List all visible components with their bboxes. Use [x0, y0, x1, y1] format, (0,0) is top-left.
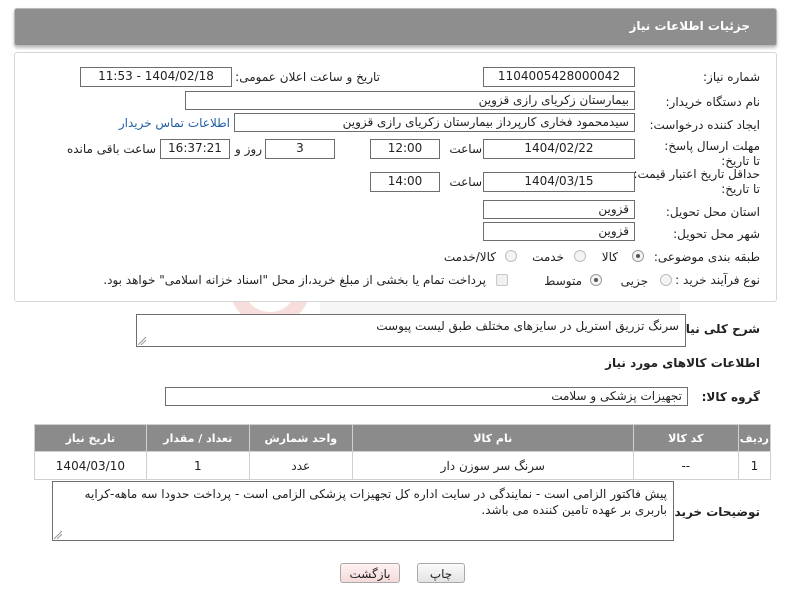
city-field: قزوین: [483, 222, 635, 241]
category-radio-goods[interactable]: [632, 250, 644, 262]
column-header-quantity: تعداد / مقدار: [145, 424, 250, 452]
buyer-org-field: بیمارستان زکریای رازی قزوین: [185, 91, 635, 110]
category-radio-goods-service[interactable]: [505, 250, 517, 262]
description-field[interactable]: سرنگ تزریق استریل در سایزهای مختلف طبق ل…: [136, 314, 686, 347]
reply-date-field: 1404/02/22: [483, 139, 635, 159]
process-option-medium: متوسط: [544, 274, 582, 288]
need-number-field: 1104005428000042: [483, 67, 635, 87]
cell-item-name: سرنگ سر سوزن دار: [351, 451, 634, 480]
column-header-item-code: کد کالا: [632, 424, 739, 452]
treasury-checkbox[interactable]: [496, 274, 508, 286]
announce-datetime-label: تاریخ و ساعت اعلان عمومی:: [235, 70, 380, 84]
process-radio-minor[interactable]: [660, 274, 672, 286]
category-option-goods: کالا: [601, 250, 618, 264]
print-button[interactable]: چاپ: [417, 563, 465, 583]
category-radio-service[interactable]: [574, 250, 586, 262]
announce-datetime-field: 1404/02/18 - 11:53: [80, 67, 232, 87]
reply-time-label: ساعت: [449, 142, 482, 156]
validity-date-field: 1404/03/15: [483, 172, 635, 192]
cell-row-number: 1: [737, 451, 772, 480]
province-field: قزوین: [483, 200, 635, 219]
category-label: طبقه بندی موضوعی:: [653, 250, 760, 264]
goods-group-field: تجهیزات پزشکی و سلامت: [165, 387, 688, 406]
cell-unit: عدد: [248, 451, 353, 480]
resize-grip-icon[interactable]: [138, 337, 146, 345]
table-header-row: ردیف کد کالا نام کالا واحد شمارش تعداد /…: [34, 424, 772, 452]
goods-group-label: گروه کالا:: [701, 390, 760, 404]
buyer-org-label: نام دستگاه خریدار:: [665, 95, 761, 109]
remaining-time-field: 16:37:21: [160, 139, 230, 159]
days-label: روز و: [235, 142, 262, 156]
cell-item-code: --: [632, 451, 739, 480]
category-option-service: خدمت: [532, 250, 564, 264]
reply-time-field: 12:00: [370, 139, 440, 159]
table-row: 1 -- سرنگ سر سوزن دار عدد 1 1404/03/10: [34, 451, 772, 480]
validity-time-label: ساعت: [449, 175, 482, 189]
reply-deadline-label: مهلت ارسال پاسخ: تا تاریخ:: [664, 139, 760, 168]
need-details-page: جزئیات اطلاعات نیاز شماره نیاز: 11040054…: [0, 0, 788, 598]
category-option-goods-service: کالا/خدمت: [443, 250, 496, 264]
cell-quantity: 1: [145, 451, 250, 480]
process-radio-medium[interactable]: [590, 274, 602, 286]
treasury-payment-note: پرداخت تمام یا بخشی از مبلغ خرید،از محل …: [103, 273, 486, 287]
process-type-label: نوع فرآیند خرید :: [675, 273, 760, 287]
back-button[interactable]: بازگشت: [340, 563, 400, 583]
creator-field: سیدمحمود فخاری کارپرداز بیمارستان زکریای…: [234, 113, 635, 132]
column-header-unit: واحد شمارش: [248, 424, 353, 452]
days-field: 3: [265, 139, 335, 159]
page-title: جزئیات اطلاعات نیاز: [629, 19, 750, 33]
need-number-label: شماره نیاز:: [703, 70, 760, 84]
column-header-row-number: ردیف: [737, 424, 772, 452]
page-header: جزئیات اطلاعات نیاز: [14, 8, 777, 46]
description-label: شرح کلی نیاز:: [674, 322, 760, 336]
remaining-time-label: ساعت باقی مانده: [66, 142, 156, 156]
validity-time-field: 14:00: [370, 172, 440, 192]
goods-section-title: اطلاعات کالاهای مورد نیاز: [605, 356, 760, 370]
process-option-minor: جزیی: [620, 274, 648, 288]
buyer-contact-link[interactable]: اطلاعات تماس خریدار: [119, 116, 230, 130]
resize-grip-icon[interactable]: [54, 531, 62, 539]
buyer-notes-field[interactable]: پیش فاکتور الزامی است - نمایندگی در سایت…: [52, 481, 674, 541]
price-validity-label: حداقل تاریخ اعتبار قیمت: تا تاریخ:: [633, 167, 760, 196]
city-label: شهر محل تحویل:: [673, 227, 760, 241]
column-header-need-date: تاریخ نیاز: [34, 424, 147, 452]
cell-need-date: 1404/03/10: [34, 451, 147, 480]
goods-table: ردیف کد کالا نام کالا واحد شمارش تعداد /…: [34, 424, 772, 480]
column-header-item-name: نام کالا: [351, 424, 634, 452]
province-label: استان محل تحویل:: [665, 205, 760, 219]
creator-label: ایجاد کننده درخواست:: [649, 118, 760, 132]
